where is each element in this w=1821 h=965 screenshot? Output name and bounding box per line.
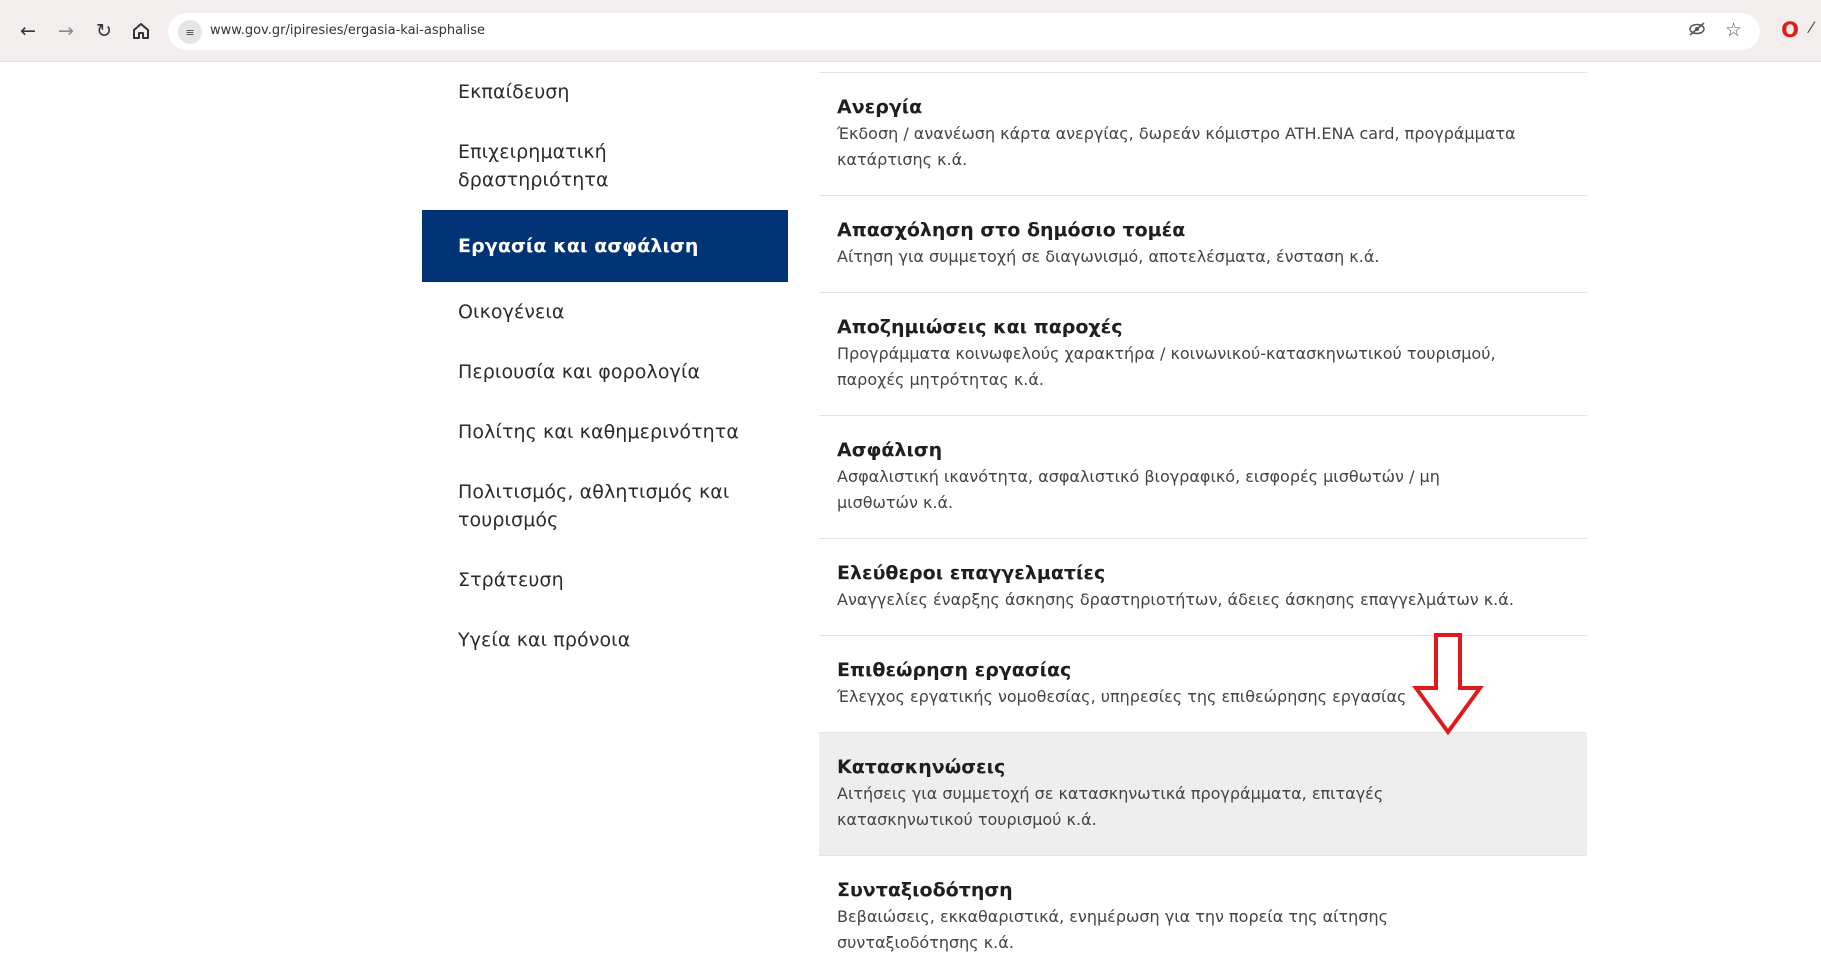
- forward-arrow-icon[interactable]: →: [52, 17, 80, 45]
- service-title[interactable]: Ελεύθεροι επαγγελματίες: [837, 561, 1569, 585]
- services-list: Ανεργία Έκδοση / ανανέωση κάρτα ανεργίας…: [819, 72, 1587, 965]
- service-title[interactable]: Απασχόληση στο δημόσιο τομέα: [837, 218, 1569, 242]
- sidebar-item-ergasia-active[interactable]: Εργασία και ασφάλιση: [422, 210, 788, 282]
- service-item-apasxolisi[interactable]: Απασχόληση στο δημόσιο τομέα Αίτηση για …: [819, 196, 1587, 293]
- service-item-eleftheroi[interactable]: Ελεύθεροι επαγγελματίες Αναγγελίες έναρξ…: [819, 539, 1587, 636]
- sidebar-item-ekpaidefsi[interactable]: Εκπαίδευση: [422, 62, 788, 122]
- browser-toolbar: ← → ↻ ≡ www.gov.gr/ipiresies/ergasia-kai…: [0, 0, 1821, 62]
- eye-off-icon[interactable]: [1688, 21, 1706, 41]
- service-description: Προγράμματα κοινωφελούς χαρακτήρα / κοιν…: [837, 344, 1496, 389]
- service-title[interactable]: Ασφάλιση: [837, 438, 1569, 462]
- service-description: Αναγγελίες έναρξης άσκησης δραστηριοτήτω…: [837, 590, 1514, 609]
- service-title[interactable]: Αποζημιώσεις και παροχές: [837, 315, 1569, 339]
- red-down-arrow-icon: [1412, 633, 1484, 736]
- sidebar-item-strateusi[interactable]: Στράτευση: [422, 550, 788, 610]
- service-item-asfalisi[interactable]: Ασφάλιση Ασφαλιστική ικανότητα, ασφαλιστ…: [819, 416, 1587, 539]
- sidebar-item-politismos[interactable]: Πολιτισμός, αθλητισμός και τουρισμός: [422, 462, 788, 550]
- service-title[interactable]: Ανεργία: [837, 95, 1569, 119]
- service-item-apozimioseis[interactable]: Αποζημιώσεις και παροχές Προγράμματα κοι…: [819, 293, 1587, 416]
- sidebar-item-politis[interactable]: Πολίτης και καθημερινότητα: [422, 402, 788, 462]
- service-item-syntaxiodotisi[interactable]: Συνταξιοδότηση Βεβαιώσεις, εκκαθαριστικά…: [819, 856, 1587, 965]
- sidebar-item-epixeirimatiki[interactable]: Επιχειρηματική δραστηριότητα: [422, 122, 788, 210]
- site-info-icon[interactable]: ≡: [178, 20, 202, 44]
- service-item-kataskinoseis[interactable]: Κατασκηνώσεις Αιτήσεις για συμμετοχή σε …: [819, 733, 1587, 856]
- sidebar-item-periousia[interactable]: Περιουσία και φορολογία: [422, 342, 788, 402]
- category-sidebar: Εκπαίδευση Επιχειρηματική δραστηριότητα …: [422, 62, 788, 670]
- service-item-anergia[interactable]: Ανεργία Έκδοση / ανανέωση κάρτα ανεργίας…: [819, 73, 1587, 196]
- service-description: Αίτηση για συμμετοχή σε διαγωνισμό, αποτ…: [837, 247, 1380, 266]
- service-title[interactable]: Κατασκηνώσεις: [837, 755, 1569, 779]
- service-description: Ασφαλιστική ικανότητα, ασφαλιστικό βιογρ…: [837, 467, 1440, 512]
- sidebar-item-ygeia[interactable]: Υγεία και πρόνοια: [422, 610, 788, 670]
- service-title[interactable]: Συνταξιοδότηση: [837, 878, 1569, 902]
- url-text[interactable]: www.gov.gr/ipiresies/ergasia-kai-asphali…: [210, 23, 485, 38]
- address-bar[interactable]: ≡ www.gov.gr/ipiresies/ergasia-kai-aspha…: [168, 13, 1760, 50]
- reload-icon[interactable]: ↻: [90, 17, 118, 45]
- home-icon[interactable]: [127, 17, 155, 45]
- service-description: Έκδοση / ανανέωση κάρτα ανεργίας, δωρεάν…: [837, 124, 1516, 169]
- service-description: Αιτήσεις για συμμετοχή σε κατασκηνωτικά …: [837, 784, 1384, 829]
- sidebar-item-oikogeneia[interactable]: Οικογένεια: [422, 282, 788, 342]
- star-icon[interactable]: ☆: [1725, 19, 1742, 41]
- service-description: Βεβαιώσεις, εκκαθαριστικά, ενημέρωση για…: [837, 907, 1388, 952]
- opera-icon[interactable]: O: [1779, 18, 1801, 42]
- extension-icon[interactable]: ⁄: [1810, 18, 1813, 37]
- back-arrow-icon[interactable]: ←: [14, 17, 42, 45]
